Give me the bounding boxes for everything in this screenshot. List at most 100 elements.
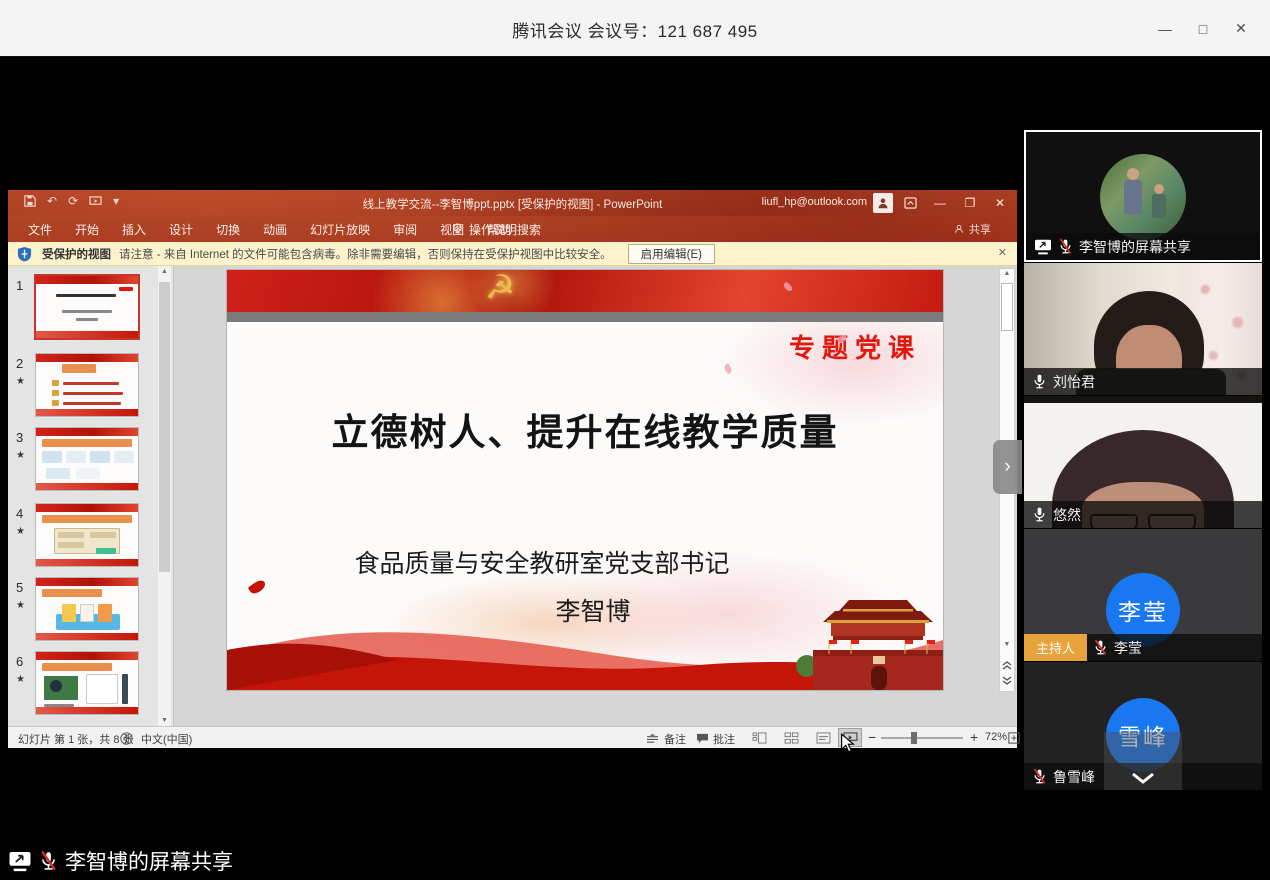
- close-button[interactable]: ✕: [1222, 12, 1260, 46]
- slide-number: 3: [16, 430, 34, 445]
- ppt-titlebar: ↶ ⟳ ▾ 线上教学交流--李智博ppt.pptx [受保护的视图] - Pow…: [8, 190, 1017, 216]
- account-avatar[interactable]: [873, 193, 893, 213]
- screen-share-icon: [8, 851, 32, 872]
- slide-badge: 专题党课: [789, 328, 921, 365]
- muted-mic-icon: [1058, 238, 1073, 255]
- participant-name: 李莹: [1114, 638, 1142, 658]
- ppt-statusbar: 幻灯片 第 1 张，共 8 张 中文(中国) 备注 批注 − + 7: [8, 726, 1017, 748]
- zoom-in-button[interactable]: +: [970, 729, 978, 745]
- mouse-cursor: [840, 733, 855, 753]
- next-slide-icon[interactable]: [1001, 675, 1013, 687]
- party-emblem-icon: ☭: [485, 270, 515, 308]
- slide-number: 1: [16, 278, 34, 293]
- tab-home[interactable]: 开始: [75, 221, 99, 238]
- animation-star-icon: ★: [16, 376, 25, 387]
- participant-name: 李智博的屏幕共享: [1079, 237, 1191, 257]
- notes-button[interactable]: 备注: [664, 731, 686, 747]
- ppt-restore-button[interactable]: ❐: [955, 190, 985, 216]
- animation-star-icon: ★: [16, 526, 25, 537]
- scroll-down-icon[interactable]: ▼: [1000, 641, 1014, 648]
- previous-slide-icon[interactable]: [1001, 659, 1013, 671]
- tab-slideshow[interactable]: 幻灯片放映: [310, 221, 370, 238]
- participant-name: 刘怡君: [1053, 372, 1095, 392]
- comments-icon: [696, 733, 709, 744]
- slide-sorter-view-button[interactable]: [780, 730, 802, 746]
- tab-animations[interactable]: 动画: [263, 221, 287, 238]
- ppt-ribbon-tabs: 文件 开始 插入 设计 切换 动画 幻灯片放映 审阅 视图 帮助 操作说明搜索 …: [8, 216, 1017, 242]
- slide-top-banner: ☭: [227, 270, 943, 312]
- scroll-up-icon[interactable]: ▲: [1000, 270, 1014, 277]
- protected-view-bar: 受保护的视图 请注意 - 来自 Internet 的文件可能包含病毒。除非需要编…: [8, 242, 1017, 266]
- participant-tile-avatar[interactable]: 李莹 主持人 李莹: [1024, 529, 1262, 661]
- ppt-close-button[interactable]: ✕: [985, 190, 1015, 216]
- slide-divider-bar: [227, 312, 943, 322]
- mic-icon: [1032, 373, 1047, 390]
- zoom-slider-knob[interactable]: [911, 732, 917, 744]
- scrollbar-thumb[interactable]: [1001, 283, 1013, 331]
- tab-transitions[interactable]: 切换: [216, 221, 240, 238]
- participant-tile-video[interactable]: 刘怡君: [1024, 263, 1262, 395]
- minimize-button[interactable]: —: [1146, 12, 1184, 46]
- zoom-percentage[interactable]: 72%: [985, 731, 1007, 743]
- tab-design[interactable]: 设计: [169, 221, 193, 238]
- protected-view-message: 请注意 - 来自 Internet 的文件可能包含病毒。除非需要编辑，否则保持在…: [119, 246, 612, 262]
- ppt-content-area: 1 2 ★: [8, 266, 1017, 726]
- muted-mic-icon: [1093, 639, 1108, 656]
- window-controls: — □ ✕: [1146, 0, 1260, 57]
- tell-me-search[interactable]: 操作说明搜索: [452, 216, 541, 242]
- animation-star-icon: ★: [16, 450, 25, 461]
- maximize-button[interactable]: □: [1184, 12, 1222, 46]
- ribbon-display-options-button[interactable]: [895, 190, 925, 216]
- meeting-title: 腾讯会议 会议号：121 687 495: [0, 17, 1270, 42]
- language-status[interactable]: 中文(中国): [141, 731, 192, 747]
- zoom-slider-track[interactable]: [881, 737, 963, 739]
- host-badge: 主持人: [1024, 634, 1087, 661]
- comments-button[interactable]: 批注: [713, 731, 735, 747]
- slide-number: 6: [16, 654, 34, 669]
- tencent-meeting-window: 腾讯会议 会议号：121 687 495 — □ ✕ ↶ ⟳ ▾ 线上教学交流-…: [0, 0, 1270, 880]
- share-button[interactable]: 共享: [954, 216, 991, 242]
- tell-me-label: 操作说明搜索: [469, 221, 541, 238]
- tab-file[interactable]: 文件: [28, 221, 52, 238]
- reading-view-button[interactable]: [812, 730, 834, 746]
- slide-number: 2: [16, 356, 34, 371]
- chevron-right-icon: ›: [1004, 456, 1010, 478]
- scrollbar-thumb[interactable]: [159, 282, 170, 572]
- protected-bar-close-icon[interactable]: ✕: [998, 246, 1007, 259]
- accessibility-icon[interactable]: [120, 732, 133, 745]
- protected-view-title: 受保护的视图: [42, 246, 111, 262]
- animation-star-icon: ★: [16, 600, 25, 611]
- slide-thumbnail-panel: 1 2 ★: [8, 266, 174, 726]
- zoom-out-button[interactable]: −: [868, 729, 876, 745]
- tab-insert[interactable]: 插入: [122, 221, 146, 238]
- scroll-up-icon[interactable]: ▲: [158, 268, 171, 275]
- chevron-down-icon: [1131, 772, 1155, 784]
- participant-tile-avatar[interactable]: 雪峰 鲁雪峰: [1024, 662, 1262, 790]
- lightbulb-icon: [452, 223, 463, 236]
- slide-canvas[interactable]: ☭ 专题党课 立德树人、提升在线教学质量 食品质量与安全教研室党支部书记 李智博: [227, 270, 943, 690]
- muted-mic-icon: [39, 850, 58, 872]
- participant-tile-video[interactable]: 悠然: [1024, 396, 1262, 528]
- collapse-panel-button[interactable]: [1104, 732, 1182, 790]
- petal-decoration: [248, 578, 268, 596]
- tab-review[interactable]: 审阅: [393, 221, 417, 238]
- fit-to-window-icon[interactable]: [1008, 732, 1020, 744]
- mic-icon: [1032, 506, 1047, 523]
- thumbnail-scrollbar[interactable]: ▲ ▼: [158, 266, 171, 726]
- tiananmen-illustration: [793, 582, 943, 690]
- account-email[interactable]: liufl_hp@outlook.com: [762, 196, 867, 208]
- slide-number: 5: [16, 580, 34, 595]
- enable-editing-button[interactable]: 启用编辑(E): [628, 244, 715, 264]
- slide-title: 立德树人、提升在线教学质量: [227, 402, 943, 456]
- participant-name: 悠然: [1053, 505, 1081, 525]
- panel-expand-tab[interactable]: ›: [993, 440, 1022, 494]
- scroll-down-icon[interactable]: ▼: [158, 717, 171, 724]
- normal-view-button[interactable]: [748, 730, 770, 746]
- powerpoint-window: ↶ ⟳ ▾ 线上教学交流--李智博ppt.pptx [受保护的视图] - Pow…: [8, 190, 1017, 748]
- muted-mic-icon: [1032, 768, 1047, 785]
- participant-tile-screenshare[interactable]: 李智博的屏幕共享: [1024, 130, 1262, 262]
- ppt-minimize-button[interactable]: —: [925, 190, 955, 216]
- person-icon: [877, 197, 889, 209]
- screen-share-banner: 李智博的屏幕共享: [8, 846, 233, 876]
- meeting-titlebar: 腾讯会议 会议号：121 687 495 — □ ✕: [0, 0, 1270, 57]
